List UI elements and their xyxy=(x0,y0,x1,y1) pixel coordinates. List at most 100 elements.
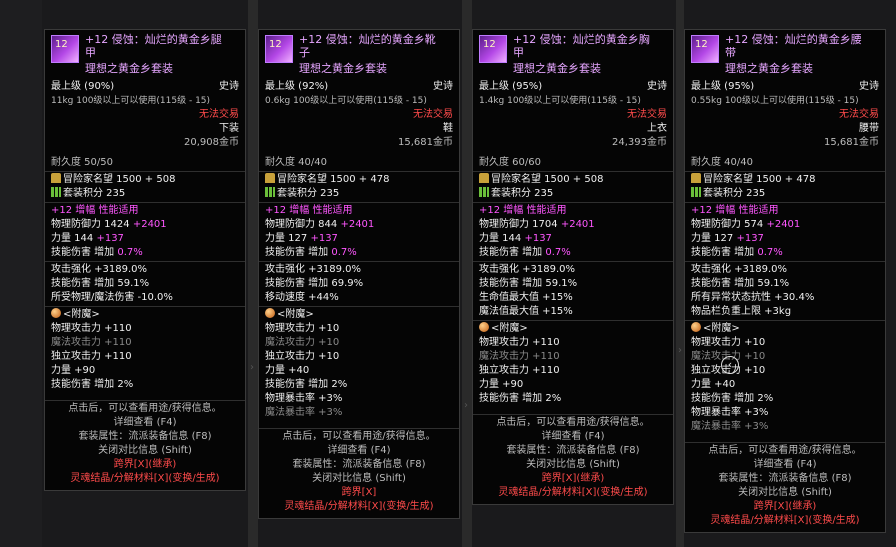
set-name: 理想之黄金乡套装 xyxy=(725,62,813,75)
enchant-line: 物理暴击率 +3% xyxy=(691,407,769,418)
amplify: +12 增幅 性能适用 xyxy=(51,205,139,216)
enchant-orb-icon xyxy=(691,322,701,332)
slot-row: 下装 xyxy=(45,122,245,136)
option-line: 技能伤害 增加 59.1% xyxy=(691,278,790,289)
price: 15,681金币 xyxy=(398,137,453,148)
durability: 耐久度 40/40 xyxy=(265,157,327,168)
skill-damage-row: 技能伤害 增加 0.7% xyxy=(691,247,783,258)
item-name: +12 侵蚀：灿烂的黄金乡靴子 xyxy=(299,33,436,59)
tooltip-footer: 点击后，可以查看用途/获得信息。 详细查看 (F4) 套装属性：流派装备信息 (… xyxy=(473,416,673,500)
footer-hint: 关闭对比信息 (Shift) xyxy=(526,459,620,470)
set-points-icon xyxy=(51,187,61,197)
set-points-row: 套装积分 235 xyxy=(473,187,673,201)
enchant-line: 物理攻击力 +110 xyxy=(479,337,560,348)
skill-damage-row: 技能伤害 增加 0.7% xyxy=(479,247,571,258)
set-name: 理想之黄金乡套装 xyxy=(85,62,173,75)
price-row: 15,681金币 xyxy=(685,136,885,150)
enchant-line: 魔法暴击率 +3% xyxy=(265,407,343,418)
price-row: 24,393金币 xyxy=(473,136,673,150)
set-points-row: 套装积分 235 xyxy=(45,187,245,201)
set-points-icon xyxy=(479,187,489,197)
durability: 耐久度 40/40 xyxy=(691,157,753,168)
enchant-line: 独立攻击力 +10 xyxy=(691,365,766,376)
set-points-row: 套装积分 235 xyxy=(259,187,459,201)
trade-row: 无法交易 xyxy=(685,108,885,122)
trade-status: 无法交易 xyxy=(839,109,879,120)
soul-crystal-hint: 灵魂结晶/分解材料[X](变换/生成) xyxy=(70,473,220,484)
strength-row: 力量 127 +137 xyxy=(265,233,338,244)
option-line: 物品栏负重上限 +3kg xyxy=(691,306,792,317)
trade-status: 无法交易 xyxy=(627,109,667,120)
item-tooltip[interactable]: 12 +12 侵蚀：灿烂的黄金乡腿甲 理想之黄金乡套装 最上级 (90%) 史诗 … xyxy=(44,29,246,491)
durability: 耐久度 60/60 xyxy=(479,157,541,168)
enchant-line: 独立攻击力 +10 xyxy=(265,351,340,362)
chest-armor-icon: 12 xyxy=(479,35,507,63)
price: 20,908金币 xyxy=(184,137,239,148)
enchant-label-row: <附魔> xyxy=(685,322,885,336)
trade-status: 无法交易 xyxy=(199,109,239,120)
cross-realm-hint: 跨界[X](继承) xyxy=(753,501,817,512)
skill-damage-row: 技能伤害 增加 0.7% xyxy=(265,247,357,258)
defense-row: 物理防御力 1704 +2401 xyxy=(479,219,595,230)
skill-damage-row: 技能伤害 增加 0.7% xyxy=(51,247,143,258)
rarity: 史诗 xyxy=(647,81,667,92)
trade-row: 无法交易 xyxy=(45,108,245,122)
item-tooltip[interactable]: 12 +12 侵蚀：灿烂的黄金乡腰带 理想之黄金乡套装 最上级 (95%) 史诗 … xyxy=(684,29,886,533)
item-tooltip[interactable]: 12 +12 侵蚀：灿烂的黄金乡靴子 理想之黄金乡套装 最上级 (92%) 史诗 … xyxy=(258,29,460,519)
tooltip-header: 12 +12 侵蚀：灿烂的黄金乡靴子 理想之黄金乡套装 xyxy=(259,30,459,80)
durability: 耐久度 50/50 xyxy=(51,157,113,168)
panel-divider xyxy=(462,0,472,547)
grade-row: 最上级 (95%) 史诗 xyxy=(685,80,885,94)
slot-row: 鞋 xyxy=(259,122,459,136)
price-row: 15,681金币 xyxy=(259,136,459,150)
footer-hint: 点击后，可以查看用途/获得信息。 xyxy=(708,445,862,456)
grade-row: 最上级 (95%) 史诗 xyxy=(473,80,673,94)
option-line: 技能伤害 增加 59.1% xyxy=(479,278,578,289)
trade-status: 无法交易 xyxy=(413,109,453,120)
rarity: 史诗 xyxy=(433,81,453,92)
slot: 鞋 xyxy=(443,123,453,134)
background-strip xyxy=(0,0,42,547)
weight-level: 0.6kg 100级以上可以使用(115级 - 15) xyxy=(265,96,427,106)
weight-level: 1.4kg 100级以上可以使用(115级 - 15) xyxy=(479,96,641,106)
enchant-line: 力量 +90 xyxy=(479,379,524,390)
chevron-right-icon: › xyxy=(250,362,254,373)
grade: 最上级 (95%) xyxy=(691,81,755,92)
item-tooltip[interactable]: 12 +12 侵蚀：灿烂的黄金乡胸甲 理想之黄金乡套装 最上级 (95%) 史诗 … xyxy=(472,29,674,505)
enchant-line: 魔法攻击力 +110 xyxy=(51,337,132,348)
panel-divider xyxy=(248,0,258,547)
tooltip-header: 12 +12 侵蚀：灿烂的黄金乡胸甲 理想之黄金乡套装 xyxy=(473,30,673,80)
footer-hint: 详细查看 (F4) xyxy=(327,445,391,456)
cross-realm-hint: 跨界[X](继承) xyxy=(541,473,605,484)
cross-realm-hint: 跨界[X](继承) xyxy=(113,459,177,470)
weight-level: 11kg 100级以上可以使用(115级 - 15) xyxy=(51,96,211,106)
slot: 下装 xyxy=(219,123,239,134)
slot: 腰带 xyxy=(859,123,879,134)
grade: 最上级 (95%) xyxy=(479,81,543,92)
price-row: 20,908金币 xyxy=(45,136,245,150)
grade: 最上级 (90%) xyxy=(51,81,115,92)
boots-icon: 12 xyxy=(265,35,293,63)
fame-row: 冒险家名望 1500 + 478 xyxy=(685,173,885,187)
item-name: +12 侵蚀：灿烂的黄金乡胸甲 xyxy=(513,33,650,59)
cursor-icon: ‹ xyxy=(721,356,739,374)
tooltip-footer: 点击后，可以查看用途/获得信息。 详细查看 (F4) 套装属性：流派装备信息 (… xyxy=(45,402,245,486)
option-line: 所受物理/魔法伤害 -10.0% xyxy=(51,292,173,303)
strength-row: 力量 144 +137 xyxy=(51,233,124,244)
footer-hint: 点击后，可以查看用途/获得信息。 xyxy=(282,431,436,442)
enchant-line: 独立攻击力 +110 xyxy=(51,351,132,362)
option-line: 技能伤害 增加 69.9% xyxy=(265,278,364,289)
set-name: 理想之黄金乡套装 xyxy=(299,62,387,75)
enchant-line: 物理攻击力 +110 xyxy=(51,323,132,334)
option-line: 攻击强化 +3189.0% xyxy=(265,264,362,275)
trade-row: 无法交易 xyxy=(473,108,673,122)
set-name: 理想之黄金乡套装 xyxy=(513,62,601,75)
defense-row: 物理防御力 844 +2401 xyxy=(265,219,375,230)
enchant-line: 技能伤害 增加 2% xyxy=(691,393,774,404)
crown-icon xyxy=(265,173,275,183)
crown-icon xyxy=(691,173,701,183)
option-line: 攻击强化 +3189.0% xyxy=(51,264,148,275)
belt-icon: 12 xyxy=(691,35,719,63)
footer-hint: 套装属性：流派装备信息 (F8) xyxy=(506,445,640,456)
option-line: 所有异常状态抗性 +30.4% xyxy=(691,292,815,303)
